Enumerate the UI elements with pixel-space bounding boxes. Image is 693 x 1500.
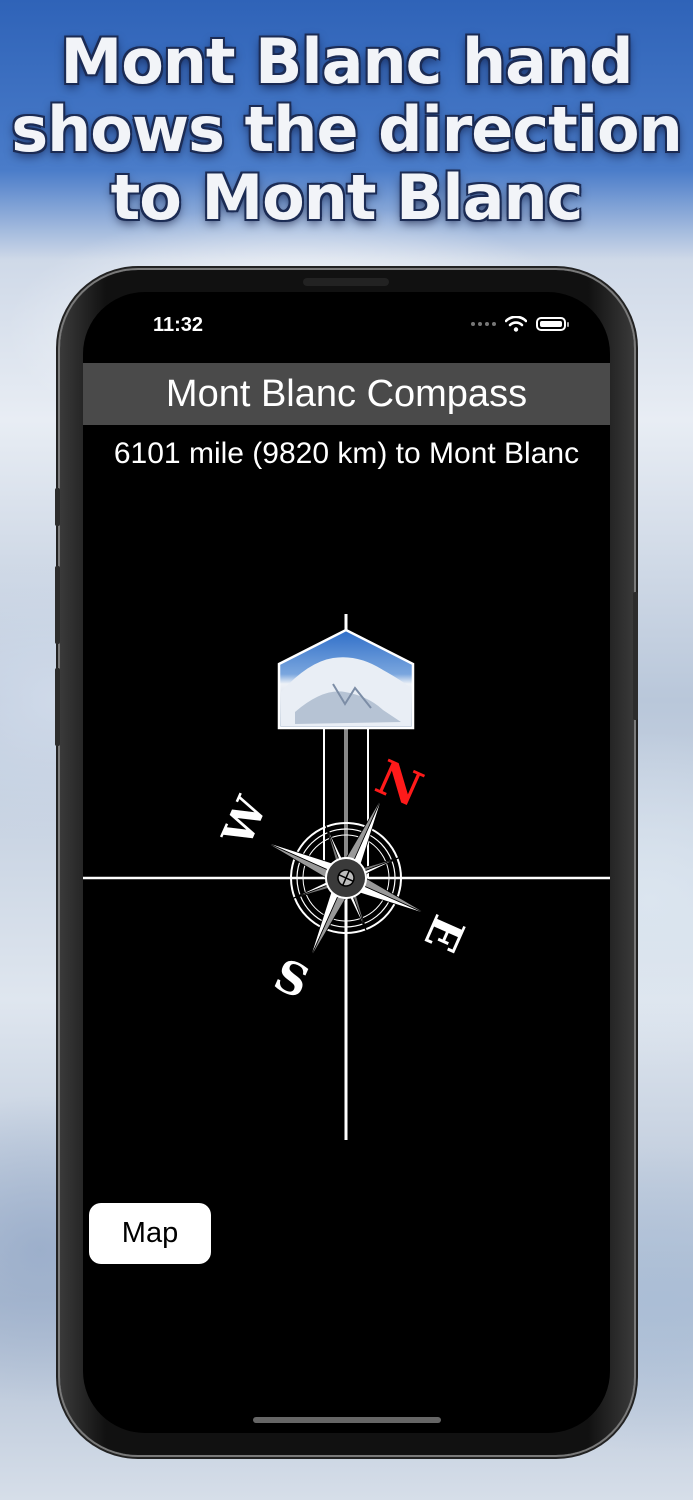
- compass-label-south: S: [267, 950, 317, 1010]
- compass-label-east: E: [414, 908, 474, 959]
- phone-volume-up-button: [55, 566, 60, 644]
- compass-label-west: W: [212, 789, 277, 854]
- promo-headline: Mont Blanc hand shows the direction to M…: [0, 28, 693, 232]
- phone-volume-down-button: [55, 668, 60, 746]
- phone-screen: 11:32 Mont Blanc Compass 6101 mile (9820…: [83, 292, 610, 1433]
- phone-action-button: [55, 488, 60, 526]
- promo-headline-line-3: to Mont Blanc: [110, 161, 584, 234]
- battery-icon: [536, 317, 569, 331]
- promo-headline-line-1: Mont Blanc hand: [60, 25, 634, 98]
- phone-power-button: [633, 592, 638, 720]
- promo-headline-line-2: shows the direction: [11, 93, 682, 166]
- map-button[interactable]: Map: [89, 1203, 211, 1264]
- wifi-icon: [505, 316, 527, 332]
- phone-speaker: [303, 278, 389, 286]
- status-time: 11:32: [153, 314, 204, 336]
- page-title: Mont Blanc Compass: [83, 363, 610, 425]
- home-indicator[interactable]: [253, 1417, 441, 1423]
- compass: N E S W: [83, 614, 610, 1140]
- status-icons: [471, 316, 569, 332]
- mont-blanc-photo-icon: [277, 628, 415, 730]
- distance-readout: 6101 mile (9820 km) to Mont Blanc: [113, 437, 580, 470]
- signal-dots-icon: [471, 322, 496, 326]
